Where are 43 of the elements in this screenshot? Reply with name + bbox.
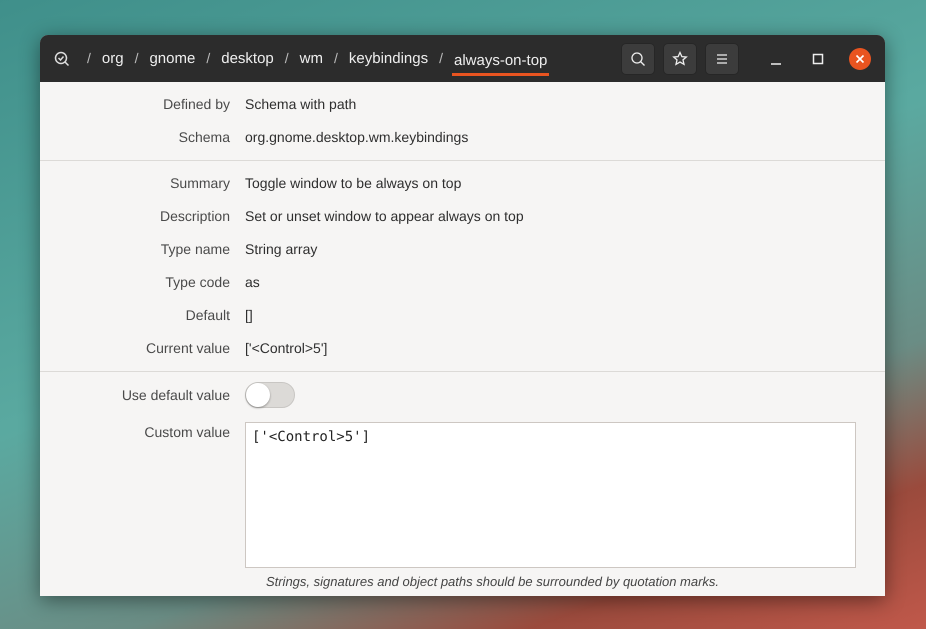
field-label: Custom value (143, 423, 231, 442)
field-value: Set or unset window to appear always on top (245, 207, 524, 226)
field-value: [] (245, 306, 253, 325)
field-label: Use default value (120, 386, 231, 404)
field-label: Type name (160, 240, 231, 259)
field-label: Schema (178, 128, 231, 147)
maximize-icon (812, 52, 824, 64)
close-button[interactable] (847, 46, 873, 72)
path-segment[interactable]: wm (298, 46, 325, 72)
minimize-icon (771, 62, 781, 64)
search-button[interactable] (621, 42, 655, 74)
hint-text: Strings, signatures and object paths should be surrounded by quotation marks. (266, 574, 720, 589)
field-value: as (245, 273, 260, 292)
field-label: Summary (169, 174, 231, 193)
path-segment[interactable]: org (100, 46, 126, 72)
path-separator: / (439, 49, 443, 68)
path-segment[interactable]: keybindings (346, 46, 430, 72)
field-value: String array (245, 240, 318, 259)
path-separator: / (87, 49, 91, 68)
field-label: Type code (164, 273, 231, 292)
field-value: org.gnome.desktop.wm.keybindings (245, 128, 468, 147)
path-segment[interactable]: always-on-top (452, 48, 550, 76)
menu-button[interactable] (705, 42, 739, 74)
close-icon (849, 48, 871, 70)
search-icon (630, 50, 646, 66)
path-separator: / (206, 49, 210, 68)
custom-value-field[interactable]: ['<Control>5'] (245, 422, 856, 568)
search-check-icon (54, 50, 70, 66)
path-separator: / (134, 49, 138, 68)
field-label: Description (158, 207, 231, 226)
path-segment[interactable]: desktop (219, 46, 276, 72)
field-value: Schema with path (245, 95, 356, 114)
path-segment[interactable]: gnome (147, 46, 198, 72)
star-icon (672, 50, 688, 66)
toggle-switch[interactable] (245, 382, 295, 408)
field-value: ['<Control>5'] (245, 339, 328, 358)
field-label: Defined by (162, 95, 231, 114)
field-value: Toggle window to be always on top (245, 174, 462, 193)
field-label: Default (184, 306, 231, 325)
field-label: Current value (144, 339, 231, 358)
path-separator: / (334, 49, 338, 68)
bookmark-button[interactable] (663, 42, 697, 74)
path-separator: / (284, 49, 289, 68)
